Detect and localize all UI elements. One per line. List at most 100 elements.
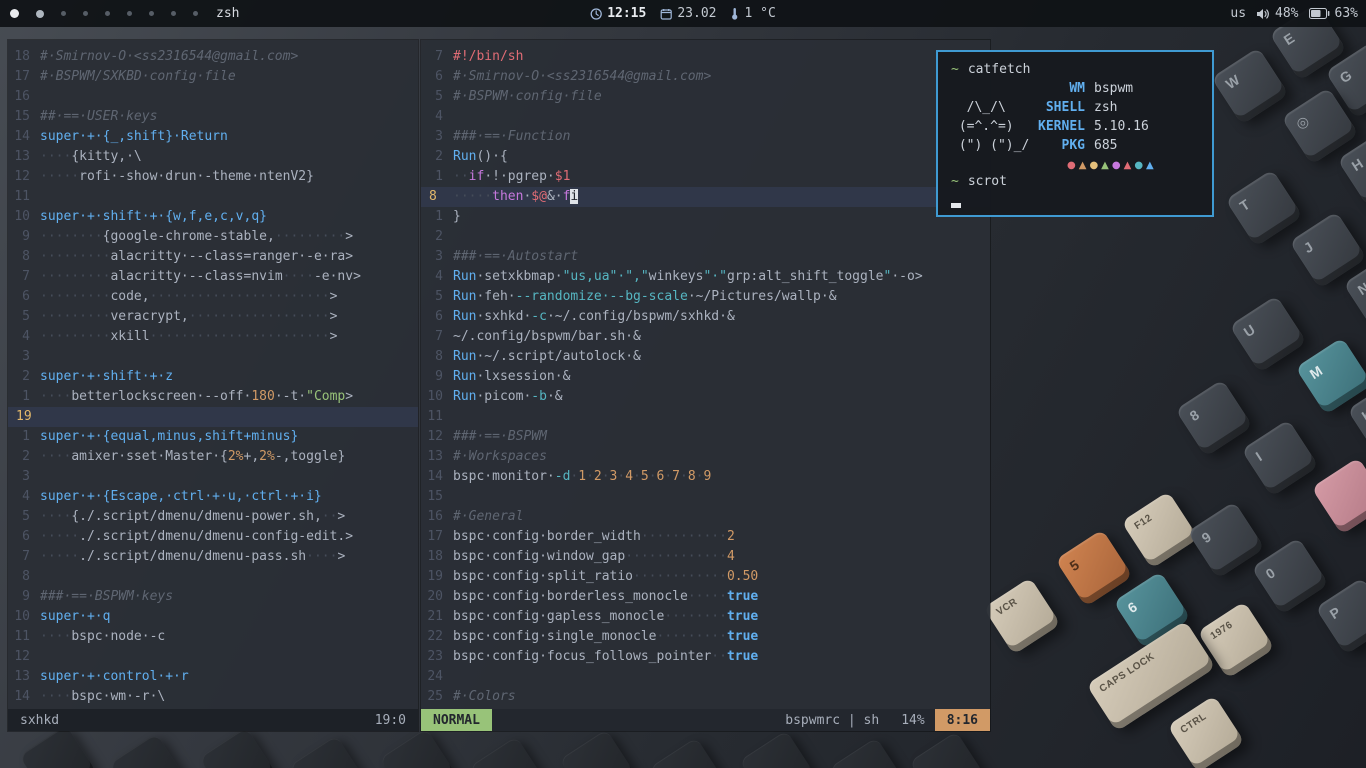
editor-window-sxhkd[interactable]: 18#·Smirnov-O·<ss2316544@gmail.com>17#·B… xyxy=(8,40,418,731)
editor-line[interactable]: 11 xyxy=(8,187,418,207)
editor-line[interactable]: 5····{./.script/dmenu/dmenu-power.sh,··> xyxy=(8,507,418,527)
editor-line[interactable]: 8Run·~/.script/autolock·& xyxy=(421,347,990,367)
statusline-position-badge: 8:16 xyxy=(935,709,990,731)
workspace-dot[interactable] xyxy=(36,10,44,18)
editor-line[interactable]: 3###·==·Autostart xyxy=(421,247,990,267)
editor-line[interactable]: 3###·==·Function xyxy=(421,127,990,147)
editor-line[interactable]: 12·····rofi·-show·drun·-theme·ntenV2} xyxy=(8,167,418,187)
editor-line[interactable]: 9###·==·BSPWM·keys xyxy=(8,587,418,607)
editor-line[interactable]: 3 xyxy=(8,467,418,487)
floating-terminal-catfetch[interactable]: ~catfetch WMbspwm /\_/\SHELLzsh (=^.^=)K… xyxy=(936,50,1214,217)
focused-window-title: zsh xyxy=(216,6,239,21)
editor-line[interactable]: 19bspc·config·split_ratio············0.5… xyxy=(421,567,990,587)
editor-line[interactable]: 1} xyxy=(421,207,990,227)
editor-line[interactable]: 4super·+·{Escape,·ctrl·+·u,·ctrl·+·i} xyxy=(8,487,418,507)
editor-line[interactable]: 6Run·sxhkd·-c·~/.config/bspwm/sxhkd·& xyxy=(421,307,990,327)
editor-line[interactable]: 24 xyxy=(421,667,990,687)
editor-line[interactable]: 16 xyxy=(8,87,418,107)
editor-line[interactable]: 13super·+·control·+·r xyxy=(8,667,418,687)
editor-line[interactable]: 6·········code,·······················> xyxy=(8,287,418,307)
temperature-module: 1 °C xyxy=(730,6,775,21)
editor-line[interactable]: 15##·==·USER·keys xyxy=(8,107,418,127)
editor-line[interactable]: 2Run()·{ xyxy=(421,147,990,167)
editor-line[interactable]: 7·········alacritty·--class=nvim····-e·n… xyxy=(8,267,418,287)
wallpaper-keycap xyxy=(379,728,456,768)
editor-line[interactable]: 17bspc·config·border_width···········2 xyxy=(421,527,990,547)
workspace-dot[interactable] xyxy=(10,9,19,18)
color-shape: ● xyxy=(1067,160,1079,171)
editor-line[interactable]: 17#·BSPWM/SXKBD·config·file xyxy=(8,67,418,87)
statusline-progress: 14% xyxy=(891,713,934,728)
editor-line[interactable]: 6·····./.script/dmenu/dmenu-config-edit.… xyxy=(8,527,418,547)
editor-line[interactable]: 10super·+·q xyxy=(8,607,418,627)
keyboard-layout-label[interactable]: us xyxy=(1230,6,1246,21)
editor-line[interactable]: 7~/.config/bspwm/bar.sh·& xyxy=(421,327,990,347)
editor-line[interactable]: 4 xyxy=(421,107,990,127)
editor-line[interactable]: 9········{google-chrome-stable,·········… xyxy=(8,227,418,247)
wallpaper-keycap: F12 xyxy=(1121,491,1198,568)
editor-line[interactable]: 14bspc·monitor·-d·1·2·3·4·5·6·7·8·9 xyxy=(421,467,990,487)
editor-line[interactable]: 1····betterlockscreen·--off·180·-t·"Comp… xyxy=(8,387,418,407)
sxhkd-statusline: sxhkd 19:0 xyxy=(8,709,418,731)
editor-line[interactable]: 2····amixer·sset·Master·{2%+,2%-,toggle} xyxy=(8,447,418,467)
workspace-dot[interactable] xyxy=(61,11,66,16)
editor-line[interactable]: 18#·Smirnov-O·<ss2316544@gmail.com> xyxy=(8,47,418,67)
editor-line[interactable]: 8 xyxy=(8,567,418,587)
editor-line[interactable]: 21bspc·config·gapless_monocle········tru… xyxy=(421,607,990,627)
editor-line[interactable]: 12###·==·BSPWM xyxy=(421,427,990,447)
thermometer-icon xyxy=(730,7,739,20)
workspace-dot[interactable] xyxy=(149,11,154,16)
editor-line[interactable]: 5Run·feh·--randomize·--bg-scale·~/Pictur… xyxy=(421,287,990,307)
workspace-dot[interactable] xyxy=(83,11,88,16)
editor-line[interactable]: 2 xyxy=(421,227,990,247)
editor-line[interactable]: 25#·Colors xyxy=(421,687,990,707)
line-number: 7 xyxy=(8,267,40,287)
line-number: 11 xyxy=(421,407,453,427)
editor-line[interactable]: 23bspc·config·focus_follows_pointer··tru… xyxy=(421,647,990,667)
line-number: 1 xyxy=(421,167,453,187)
editor-line[interactable]: 4·········xkill·······················> xyxy=(8,327,418,347)
editor-line[interactable]: 1super·+·{equal,minus,shift+minus} xyxy=(8,427,418,447)
editor-line[interactable]: 12 xyxy=(8,647,418,667)
editor-line[interactable]: 5#·BSPWM·config·file xyxy=(421,87,990,107)
editor-line[interactable]: 7#!/bin/sh xyxy=(421,47,990,67)
editor-line[interactable]: 13····{kitty,·\ xyxy=(8,147,418,167)
workspace-dot[interactable] xyxy=(105,11,110,16)
editor-line[interactable]: 15 xyxy=(421,487,990,507)
editor-line[interactable]: 5·········veracrypt,··················> xyxy=(8,307,418,327)
battery-icon xyxy=(1309,8,1330,19)
editor-line[interactable]: 8·········alacritty·--class=ranger·-e·ra… xyxy=(8,247,418,267)
editor-line[interactable]: 10Run·picom·-b·& xyxy=(421,387,990,407)
terminal-prompt-line: ~catfetch xyxy=(951,60,1212,79)
editor-line[interactable]: 19 xyxy=(8,407,418,427)
bspwmrc-buffer[interactable]: 7#!/bin/sh6#·Smirnov-O·<ss2316544@gmail.… xyxy=(421,40,990,709)
volume-module[interactable]: 48% xyxy=(1256,6,1298,21)
workspace-dot[interactable] xyxy=(193,11,198,16)
line-number: 8 xyxy=(8,247,40,267)
editor-line[interactable]: 11 xyxy=(421,407,990,427)
editor-line[interactable]: 7·····./.script/dmenu/dmenu-pass.sh····> xyxy=(8,547,418,567)
editor-line[interactable]: 1··if·!·pgrep·$1 xyxy=(421,167,990,187)
workspace-dot[interactable] xyxy=(171,11,176,16)
editor-line[interactable]: 8·····then·$@&·fi xyxy=(421,187,990,207)
workspace-dot[interactable] xyxy=(127,11,132,16)
editor-line[interactable]: 2super·+·shift·+·z xyxy=(8,367,418,387)
editor-line[interactable]: 14····bspc·wm·-r·\ xyxy=(8,687,418,707)
editor-window-bspwmrc[interactable]: 7#!/bin/sh6#·Smirnov-O·<ss2316544@gmail.… xyxy=(421,40,990,731)
editor-line[interactable]: 20bspc·config·borderless_monocle·····tru… xyxy=(421,587,990,607)
editor-line[interactable]: 14super·+·{_,shift}·Return xyxy=(8,127,418,147)
wallpaper-keycap: T xyxy=(1225,169,1302,246)
editor-line[interactable]: 4Run·setxkbmap·"us,ua"·","winkeys"·"grp:… xyxy=(421,267,990,287)
date-module: 23.02 xyxy=(660,6,716,21)
editor-line[interactable]: 16#·General xyxy=(421,507,990,527)
editor-line[interactable]: 11····bspc·node·-c xyxy=(8,627,418,647)
editor-line[interactable]: 3 xyxy=(8,347,418,367)
editor-line[interactable]: 9Run·lxsession·& xyxy=(421,367,990,387)
workspace-indicators xyxy=(0,9,198,18)
editor-line[interactable]: 13#·Workspaces xyxy=(421,447,990,467)
editor-line[interactable]: 22bspc·config·single_monocle·········tru… xyxy=(421,627,990,647)
editor-line[interactable]: 10super·+·shift·+·{w,f,e,c,v,q} xyxy=(8,207,418,227)
editor-line[interactable]: 18bspc·config·window_gap·············4 xyxy=(421,547,990,567)
sxhkd-buffer[interactable]: 18#·Smirnov-O·<ss2316544@gmail.com>17#·B… xyxy=(8,40,418,709)
editor-line[interactable]: 6#·Smirnov-O·<ss2316544@gmail.com> xyxy=(421,67,990,87)
